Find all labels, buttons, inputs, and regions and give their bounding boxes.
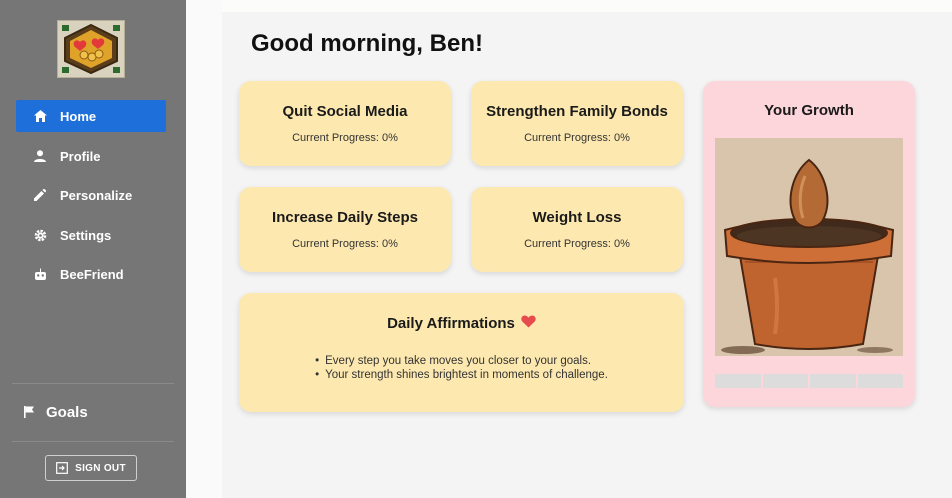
goal-progress: Current Progress: 0% <box>292 238 398 250</box>
growth-progress-segment <box>857 374 903 388</box>
sidebar-item-label: Personalize <box>60 187 133 203</box>
logout-icon <box>56 462 69 474</box>
goal-card-increase-daily-steps[interactable]: Increase Daily Steps Current Progress: 0… <box>239 187 451 272</box>
top-strip <box>222 0 952 12</box>
sign-out-label: SIGN OUT <box>75 462 126 474</box>
affirmation-item: Your strength shines brightest in moment… <box>315 368 608 382</box>
growth-progress-bar <box>715 374 903 388</box>
flag-icon <box>24 405 38 419</box>
home-icon <box>31 107 49 125</box>
affirmations-card: Daily Affirmations Every step you take m… <box>239 293 684 412</box>
sidebar-divider <box>12 441 174 442</box>
affirmation-item: Every step you take moves you closer to … <box>315 354 608 368</box>
growth-title: Your Growth <box>764 102 854 119</box>
growth-progress-segment <box>715 374 761 388</box>
sidebar-item-label: BeeFriend <box>60 266 124 282</box>
gear-icon <box>31 226 49 244</box>
goal-card-weight-loss[interactable]: Weight Loss Current Progress: 0% <box>471 187 683 272</box>
affirmations-list: Every step you take moves you closer to … <box>315 354 608 382</box>
sidebar-item-label: Profile <box>60 148 101 164</box>
sidebar-divider <box>12 383 174 384</box>
goals-label: Goals <box>46 403 88 421</box>
sidebar-item-label: Home <box>60 108 97 124</box>
heart-icon <box>521 315 536 332</box>
sidebar-item-home[interactable]: Home <box>16 100 166 132</box>
sidebar-goals[interactable]: Goals <box>24 400 88 424</box>
goal-title: Strengthen Family Bonds <box>486 103 668 120</box>
growth-progress-segment <box>810 374 856 388</box>
goal-title: Increase Daily Steps <box>272 209 418 226</box>
sidebar-item-label: Settings <box>60 227 112 243</box>
sidebar-item-settings[interactable]: Settings <box>16 219 166 251</box>
pencil-icon <box>31 186 49 204</box>
sidebar-item-personalize[interactable]: Personalize <box>16 179 166 211</box>
bot-icon <box>31 265 49 283</box>
affirmations-title: Daily Affirmations <box>239 315 684 332</box>
page-title: Good morning, Ben! <box>251 30 483 57</box>
sign-out-button[interactable]: SIGN OUT <box>45 455 137 481</box>
sidebar: Home Profile Personalize Settings BeeFri… <box>0 0 186 498</box>
person-icon <box>31 147 49 165</box>
growth-progress-segment <box>762 374 808 388</box>
affirmations-title-text: Daily Affirmations <box>387 315 515 332</box>
goal-progress: Current Progress: 0% <box>524 238 630 250</box>
growth-card: Your Growth <box>703 81 915 407</box>
goal-title: Weight Loss <box>532 209 622 226</box>
goal-card-strengthen-family-bonds[interactable]: Strengthen Family Bonds Current Progress… <box>471 81 683 166</box>
goal-title: Quit Social Media <box>282 103 408 120</box>
goal-progress: Current Progress: 0% <box>292 132 398 144</box>
goal-card-quit-social-media[interactable]: Quit Social Media Current Progress: 0% <box>239 81 451 166</box>
sidebar-item-profile[interactable]: Profile <box>16 140 166 172</box>
app-logo[interactable] <box>57 20 125 78</box>
sidebar-item-beefriend[interactable]: BeeFriend <box>16 258 166 290</box>
goal-progress: Current Progress: 0% <box>524 132 630 144</box>
plant-pot-image <box>715 138 903 356</box>
